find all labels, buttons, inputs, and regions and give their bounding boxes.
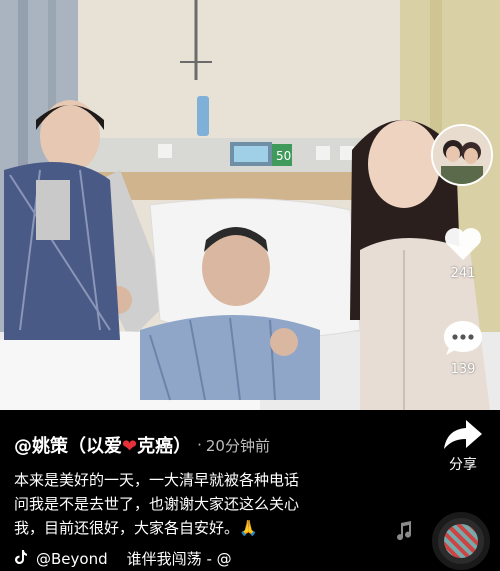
- author-avatar[interactable]: [431, 124, 493, 186]
- music-note-icon: [397, 521, 412, 541]
- post-caption: @姚策（以爱❤克癌） · 20分钟前 本来是美好的一天，一大清早就被各种电话 问…: [14, 430, 394, 540]
- hospital-room-image: 50: [0, 0, 500, 410]
- music-ticker[interactable]: @Beyond 谁伴我闯荡 - @: [14, 548, 232, 569]
- author-line: @姚策（以爱❤克癌） · 20分钟前: [14, 430, 394, 460]
- heart-icon: [445, 228, 481, 260]
- bed-display-number: 50: [276, 149, 291, 163]
- like-count: 241: [450, 266, 476, 281]
- music-disc[interactable]: [432, 512, 490, 570]
- time-ago: 20分钟前: [205, 436, 270, 455]
- post-description[interactable]: 本来是美好的一天，一大清早就被各种电话 问我是不是去世了，也谢谢大家还这么关心 …: [14, 468, 394, 540]
- comment-button[interactable]: 139: [440, 318, 486, 377]
- comment-count: 139: [450, 362, 476, 377]
- avatar-photo-icon: [433, 126, 491, 184]
- red-heart-icon: ❤: [122, 436, 138, 457]
- author-name-suffix: 克癌）: [137, 436, 192, 457]
- share-arrow-icon: [444, 420, 482, 449]
- description-line: 本来是美好的一天，一大清早就被各种电话: [14, 471, 300, 489]
- music-cover-art: [444, 524, 478, 558]
- author-name[interactable]: @姚策（以爱❤克癌）: [14, 432, 191, 458]
- description-line: 我，目前还很好，大家各自安好。🙏: [14, 519, 258, 537]
- video-feed-frame: 50 241 139 分享 @姚策（以爱❤克癌） · 20分钟前 本来是美好的一…: [0, 0, 500, 571]
- author-name-text: @姚策（以爱: [14, 436, 122, 457]
- description-line: 问我是不是去世了，也谢谢大家还这么关心: [14, 495, 300, 513]
- music-text: @Beyond 谁伴我闯荡 - @: [36, 550, 232, 568]
- separator-dot: ·: [197, 436, 202, 454]
- share-label: 分享: [449, 457, 477, 473]
- video-frame-photo[interactable]: 50: [0, 0, 500, 410]
- share-button[interactable]: 分享: [440, 416, 486, 474]
- like-button[interactable]: 241: [440, 226, 486, 281]
- tiktok-logo-icon: [14, 549, 28, 569]
- comment-bubble-icon: [444, 321, 482, 355]
